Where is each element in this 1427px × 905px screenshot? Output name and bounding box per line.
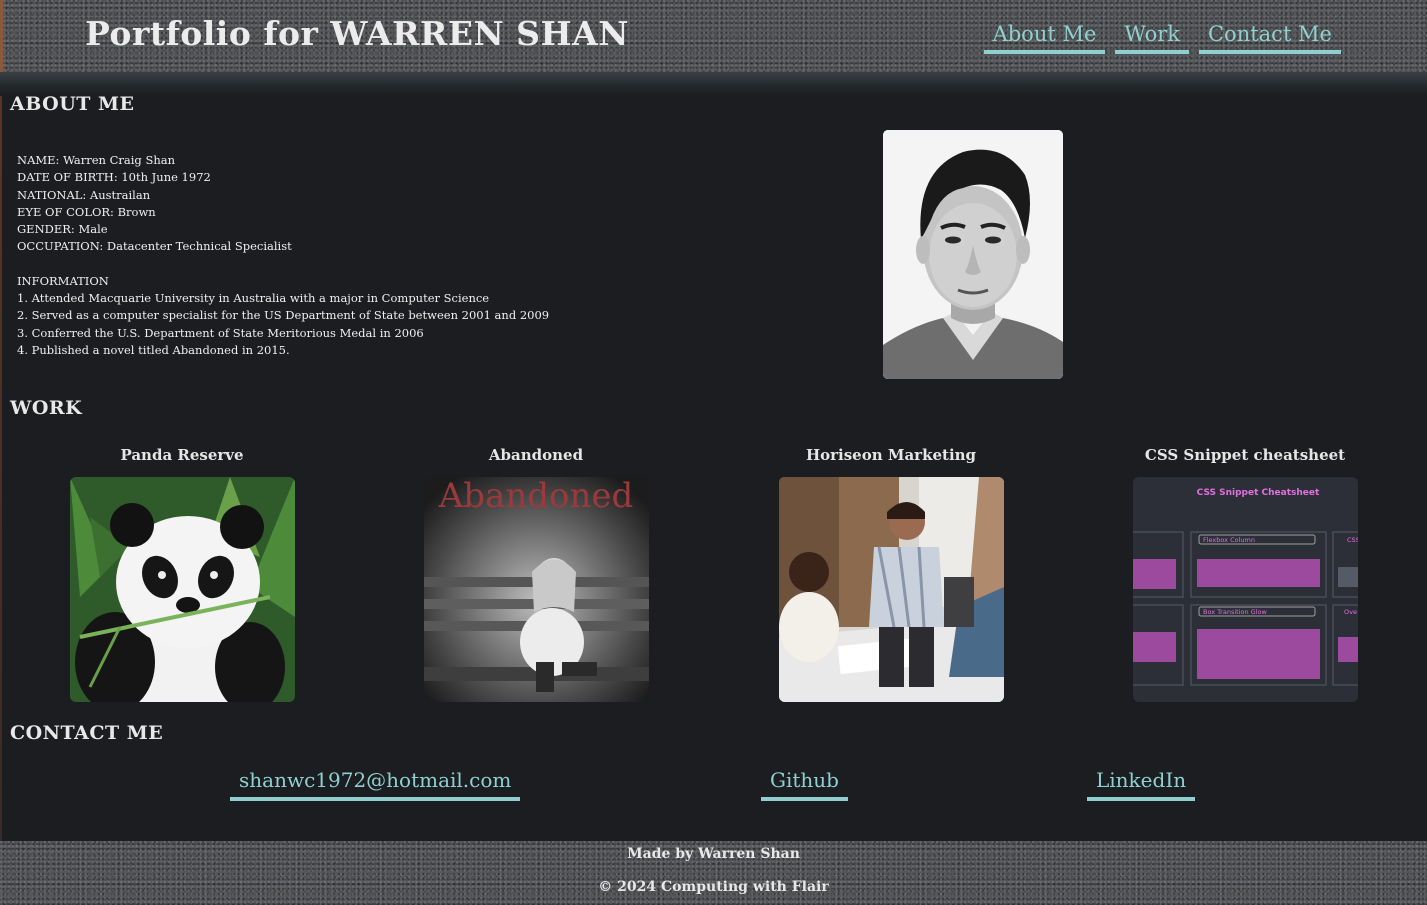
about-bio: NAME: Warren Craig Shan DATE OF BIRTH: 1… — [17, 152, 549, 359]
info-item: 4. Published a novel titled Abandoned in… — [17, 342, 290, 357]
info-heading: INFORMATION — [17, 273, 109, 288]
thumb-card-label: Flexbox Column — [1203, 536, 1255, 544]
thumb-title: CSS Snippet Cheatsheet — [1196, 488, 1319, 498]
work-heading: WORK — [10, 397, 83, 419]
bio-nationality: NATIONAL: Austrailan — [17, 187, 151, 202]
work-title: CSS Snippet cheatsheet — [1144, 446, 1346, 464]
abandoned-cover-title: Abandoned — [437, 477, 633, 516]
nav-about-me[interactable]: About Me — [983, 20, 1106, 54]
info-item: 3. Conferred the U.S. Department of Stat… — [17, 325, 424, 340]
work-card-horiseon-marketing: Horiseon Marketing — [761, 446, 1021, 702]
about-heading: ABOUT ME — [10, 93, 135, 115]
site-title: Portfolio for WARREN SHAN — [85, 14, 629, 53]
footer-copyright: © 2024 Computing with Flair — [598, 879, 829, 895]
bio-dob: DATE OF BIRTH: 10th June 1972 — [17, 170, 211, 185]
linkedin-link[interactable]: LinkedIn — [1087, 766, 1196, 801]
bio-name: NAME: Warren Craig Shan — [17, 153, 176, 167]
main-nav: About Me Work Contact Me — [983, 20, 1341, 54]
work-title: Abandoned — [488, 446, 584, 464]
contact-heading: CONTACT ME — [10, 722, 164, 744]
left-edge-divider — [0, 96, 2, 841]
work-thumb-horiseon-marketing[interactable] — [778, 477, 1004, 702]
nav-work[interactable]: Work — [1115, 20, 1189, 54]
work-card-css-snippet: CSS Snippet cheatsheet CSS Snippet Cheat… — [1115, 446, 1375, 702]
bio-gender: GENDER: Male — [17, 222, 108, 237]
work-card-panda-reserve: Panda Reserve — [52, 446, 312, 702]
thumb-card-label: Box Transition Glow — [1203, 608, 1267, 616]
work-thumb-abandoned[interactable]: Abandoned — [423, 477, 649, 702]
header-shadow — [0, 72, 1427, 96]
work-title: Panda Reserve — [120, 446, 244, 464]
bio-occupation: OCCUPATION: Datacenter Technical Special… — [17, 239, 292, 254]
thumb-card-label: Ove — [1344, 608, 1357, 616]
site-header: Portfolio for WARREN SHAN About Me Work … — [0, 0, 1427, 72]
site-footer: Made by Warren Shan © 2024 Computing wit… — [0, 841, 1427, 905]
info-item: 1. Attended Macquarie University in Aust… — [17, 291, 490, 306]
work-title: Horiseon Marketing — [805, 446, 977, 464]
profile-photo — [883, 130, 1063, 379]
email-link[interactable]: shanwc1972@hotmail.com — [230, 766, 521, 801]
work-thumb-panda-reserve[interactable] — [69, 477, 295, 702]
bio-eye-color: EYE OF COLOR: Brown — [17, 204, 156, 219]
work-card-abandoned: Abandoned Abandoned — [406, 446, 666, 702]
github-link[interactable]: Github — [761, 766, 848, 801]
work-thumb-css-snippet[interactable]: CSS Snippet Cheatsheet Flexbox Column Bo… — [1132, 477, 1358, 702]
nav-contact-me[interactable]: Contact Me — [1198, 20, 1341, 54]
profile-photo-image — [883, 130, 1063, 379]
info-item: 2. Served as a computer specialist for t… — [17, 308, 550, 323]
thumb-card-label: CSS — [1347, 536, 1358, 544]
footer-credit: Made by Warren Shan — [627, 846, 800, 862]
